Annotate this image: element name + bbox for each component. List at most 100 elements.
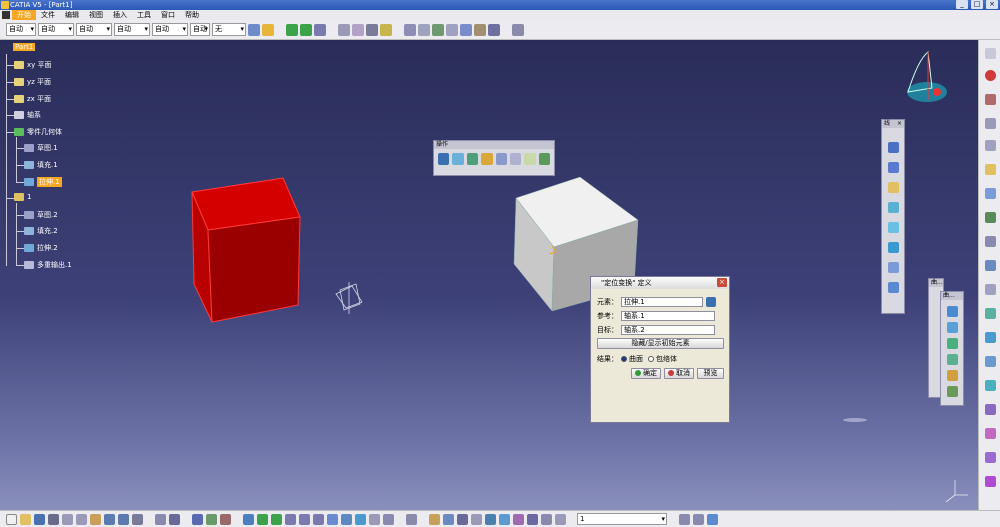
paint-icon[interactable] <box>248 23 260 36</box>
comment-icon[interactable] <box>169 513 180 525</box>
catalog-icon[interactable] <box>404 23 416 36</box>
preview-button[interactable]: 预览 <box>697 368 724 379</box>
menu-insert[interactable]: 插入 <box>108 10 132 20</box>
rotate-view-icon[interactable] <box>285 513 296 525</box>
axis-tool-icon[interactable] <box>366 23 378 36</box>
open-icon[interactable] <box>20 513 31 525</box>
connect-icon[interactable] <box>527 513 538 525</box>
offset-icon[interactable] <box>888 242 899 253</box>
menu-help[interactable]: 帮助 <box>180 10 204 20</box>
save-icon[interactable] <box>34 513 45 525</box>
line-icon[interactable] <box>888 162 899 173</box>
draft-icon[interactable] <box>499 513 510 525</box>
red-extrusion-solid[interactable] <box>191 177 301 323</box>
extrapolate-icon[interactable] <box>538 153 550 165</box>
menu-tools[interactable]: 工具 <box>132 10 156 20</box>
compass-icon[interactable] <box>907 51 947 102</box>
formula-tool-icon[interactable] <box>155 513 166 525</box>
print-icon[interactable] <box>48 513 59 525</box>
element-picker-icon[interactable] <box>706 297 716 307</box>
zoom-in-icon[interactable] <box>299 513 310 525</box>
element-field[interactable]: 拉伸.1 <box>621 297 703 307</box>
ok-button[interactable]: 确定 <box>631 368 661 379</box>
reference-field[interactable]: 轴系.1 <box>621 311 715 321</box>
zoom-out-icon[interactable] <box>313 513 324 525</box>
design-table-icon[interactable] <box>474 23 486 36</box>
target-field[interactable]: 轴系.2 <box>621 325 715 335</box>
workbench-icon[interactable] <box>512 23 524 36</box>
loft-icon[interactable] <box>985 380 996 391</box>
paste-icon[interactable] <box>90 513 101 525</box>
fit-all-icon[interactable] <box>257 513 268 525</box>
undo-icon[interactable] <box>104 513 115 525</box>
menu-file[interactable]: 文件 <box>36 10 60 20</box>
heal-icon[interactable] <box>452 153 464 165</box>
color-dropdown[interactable]: 自动 <box>6 23 36 36</box>
layer-dropdown[interactable]: 自动 <box>190 23 210 36</box>
layer-select[interactable]: 1 <box>577 513 667 525</box>
rotate-icon[interactable] <box>300 23 312 36</box>
extract-icon[interactable] <box>509 153 522 165</box>
circle-icon[interactable] <box>888 262 899 273</box>
spline-icon[interactable] <box>888 282 899 293</box>
cancel-button[interactable]: 取消 <box>664 368 694 379</box>
curvature-icon[interactable] <box>513 513 524 525</box>
redo-icon[interactable] <box>118 513 129 525</box>
rule-icon[interactable] <box>206 513 217 525</box>
window-icon[interactable] <box>707 513 718 525</box>
untrim-icon[interactable] <box>466 153 479 165</box>
line-tool-icon[interactable] <box>338 23 350 36</box>
sweep-icon[interactable] <box>947 386 958 397</box>
3d-viewport[interactable]: Part1 xy 平面 yz 平面 zx 平面 轴系 零件几何体 草图.1 填充… <box>0 40 978 510</box>
fillet-icon[interactable] <box>985 332 996 343</box>
plane-view-icon[interactable] <box>471 513 482 525</box>
camera-icon[interactable] <box>406 513 417 525</box>
cylinder-icon[interactable] <box>947 354 958 365</box>
axis-icon[interactable] <box>457 513 468 525</box>
new-icon[interactable] <box>6 513 17 525</box>
revolve-icon[interactable] <box>947 322 958 333</box>
help-icon[interactable] <box>132 513 143 525</box>
swap-visible-icon[interactable] <box>383 513 394 525</box>
fly-icon[interactable] <box>243 513 254 525</box>
extrude-surface-icon[interactable] <box>947 306 958 317</box>
table-icon[interactable] <box>418 23 430 36</box>
linetype-dropdown[interactable]: 自动 <box>38 23 74 36</box>
menu-view[interactable]: 视图 <box>84 10 108 20</box>
minimize-button[interactable]: _ <box>956 0 968 9</box>
analysis-tool-icon[interactable] <box>485 513 496 525</box>
projection-icon[interactable] <box>888 202 899 213</box>
work-plane-icon[interactable] <box>985 164 996 175</box>
stop-icon[interactable] <box>985 70 996 81</box>
translate-icon[interactable] <box>524 153 536 165</box>
menu-window[interactable]: 窗口 <box>156 10 180 20</box>
render-style-dropdown[interactable]: 无 <box>212 23 246 36</box>
cursor-icon[interactable] <box>985 188 996 199</box>
dimension-icon[interactable] <box>985 236 996 247</box>
toggle-initial-elements-button[interactable]: 隐藏/显示初始元素 <box>597 338 724 349</box>
constraint-icon[interactable] <box>443 513 454 525</box>
dialog-close-button[interactable]: × <box>717 278 727 287</box>
menu-start[interactable]: 开始 <box>12 10 36 20</box>
grid-icon[interactable] <box>985 140 996 151</box>
properties-icon[interactable] <box>262 23 274 36</box>
result-option-surface[interactable]: 曲面 <box>621 354 643 364</box>
hide-show-icon[interactable] <box>369 513 380 525</box>
iso-view-icon[interactable] <box>341 513 352 525</box>
maximize-button[interactable]: □ <box>971 0 983 9</box>
visualization-icon[interactable] <box>693 513 704 525</box>
plane-tool-icon[interactable] <box>888 182 899 193</box>
pan-icon[interactable] <box>286 23 298 36</box>
axis-system-marker[interactable] <box>335 282 363 314</box>
knowledge-icon[interactable] <box>446 23 458 36</box>
transparency-dropdown[interactable]: 自动 <box>114 23 150 36</box>
filter-icon[interactable] <box>679 513 690 525</box>
feature-icon[interactable] <box>985 212 996 223</box>
pattern-icon[interactable] <box>985 284 996 295</box>
layer-icon[interactable] <box>555 513 566 525</box>
sphere-icon[interactable] <box>947 338 958 349</box>
intersection-icon[interactable] <box>888 222 899 233</box>
formula-icon[interactable] <box>432 23 444 36</box>
boundary-icon[interactable] <box>495 153 507 165</box>
measure-icon[interactable] <box>380 23 392 36</box>
